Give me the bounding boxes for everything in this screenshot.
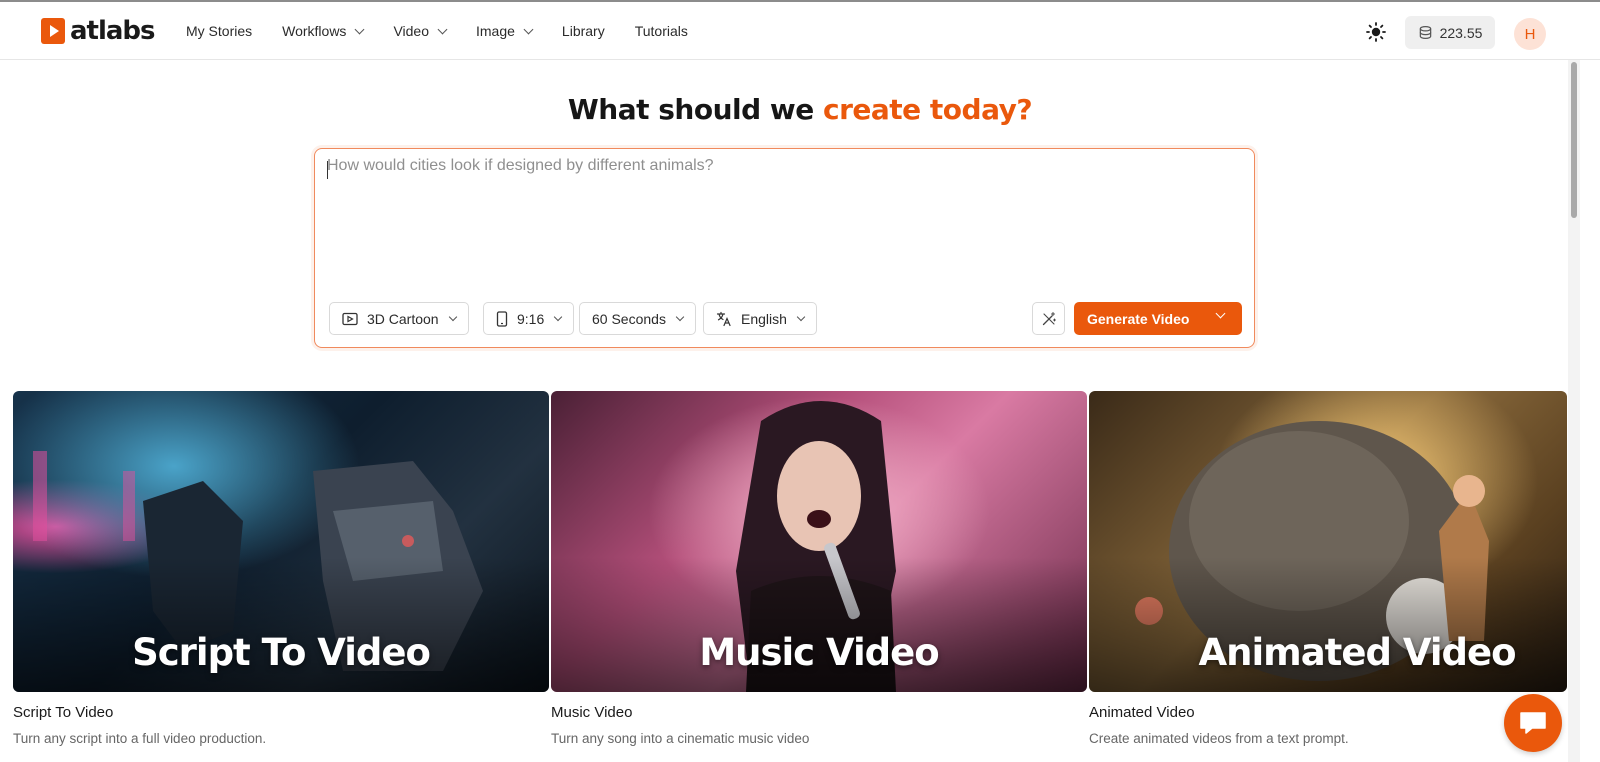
generate-video-label: Generate Video bbox=[1087, 310, 1190, 327]
language-select[interactable]: English bbox=[703, 302, 817, 335]
style-select[interactable]: 3D Cartoon bbox=[329, 302, 469, 335]
chat-support-button[interactable] bbox=[1504, 694, 1562, 752]
title-accent: create today? bbox=[823, 93, 1033, 126]
card-thumbnail[interactable]: Animated Video bbox=[1089, 391, 1567, 692]
title-main: What should we bbox=[567, 93, 823, 126]
page-title: What should we create today? bbox=[0, 93, 1600, 126]
credits-value: 223.55 bbox=[1439, 24, 1483, 41]
nav-workflows[interactable]: Workflows bbox=[282, 23, 365, 39]
text-caret bbox=[327, 161, 328, 179]
chevron-down-icon bbox=[437, 24, 448, 34]
nav-video[interactable]: Video bbox=[393, 23, 448, 39]
language-label: English bbox=[741, 310, 787, 327]
top-navbar: atlabs My Stories Workflows Video Image … bbox=[0, 2, 1600, 60]
chevron-down-icon bbox=[554, 312, 563, 321]
nav-image-label: Image bbox=[476, 23, 515, 39]
card-image-caption: Animated Video bbox=[1198, 631, 1517, 674]
chevron-down-icon[interactable] bbox=[1215, 308, 1226, 319]
phone-icon bbox=[496, 310, 508, 327]
duration-select[interactable]: 60 Seconds bbox=[579, 302, 696, 335]
nav-video-label: Video bbox=[393, 23, 429, 39]
nav-library[interactable]: Library bbox=[562, 23, 605, 39]
card-title: Music Video bbox=[551, 704, 633, 721]
card-title: Animated Video bbox=[1089, 704, 1195, 721]
page-scrollbar-thumb[interactable] bbox=[1571, 62, 1577, 218]
chevron-down-icon bbox=[523, 24, 534, 34]
main-nav: My Stories Workflows Video Image Library… bbox=[186, 2, 688, 60]
card-image-caption: Script To Video bbox=[132, 631, 431, 674]
chevron-down-icon bbox=[354, 24, 365, 34]
magic-wand-icon bbox=[1042, 311, 1056, 325]
translate-icon bbox=[716, 311, 731, 326]
card-description: Create animated videos from a text promp… bbox=[1089, 731, 1349, 746]
chevron-down-icon bbox=[796, 312, 806, 321]
duration-label: 60 Seconds bbox=[592, 310, 666, 327]
enhance-prompt-button[interactable] bbox=[1032, 302, 1065, 335]
nav-workflows-label: Workflows bbox=[282, 23, 347, 39]
card-music-video[interactable]: Music Video Music Video Turn any song in… bbox=[551, 391, 1087, 746]
nav-image[interactable]: Image bbox=[476, 23, 534, 39]
card-thumbnail[interactable]: Music Video bbox=[551, 391, 1087, 692]
card-script-to-video[interactable]: Script To Video Script To Video Turn any… bbox=[13, 391, 549, 746]
chevron-down-icon bbox=[448, 312, 457, 321]
aspect-ratio-label: 9:16 bbox=[517, 310, 545, 327]
style-select-label: 3D Cartoon bbox=[367, 310, 439, 327]
logo-play-icon bbox=[41, 18, 65, 44]
card-animated-video[interactable]: Animated Video Animated Video Create ani… bbox=[1089, 391, 1567, 746]
sun-icon[interactable] bbox=[1366, 22, 1386, 42]
coins-icon bbox=[1419, 25, 1431, 40]
logo-text: atlabs bbox=[70, 16, 156, 46]
card-description: Turn any song into a cinematic music vid… bbox=[551, 731, 810, 746]
chat-bubble-icon bbox=[1520, 712, 1546, 734]
prompt-panel: 3D Cartoon 9:16 60 Seconds English Gener… bbox=[314, 148, 1255, 348]
aspect-ratio-select[interactable]: 9:16 bbox=[483, 302, 575, 335]
credits-balance[interactable]: 223.55 bbox=[1405, 16, 1495, 49]
nav-tutorials[interactable]: Tutorials bbox=[635, 23, 688, 39]
card-title: Script To Video bbox=[13, 704, 114, 721]
nav-library-label: Library bbox=[561, 23, 605, 39]
nav-my-stories[interactable]: My Stories bbox=[186, 23, 252, 39]
video-style-icon bbox=[342, 312, 358, 325]
nav-my-stories-label: My Stories bbox=[186, 23, 253, 39]
card-thumbnail[interactable]: Script To Video bbox=[13, 391, 549, 692]
atlabs-logo[interactable]: atlabs bbox=[41, 16, 156, 46]
card-image-caption: Music Video bbox=[699, 631, 939, 674]
chevron-down-icon bbox=[675, 312, 685, 321]
prompt-input[interactable] bbox=[327, 157, 1237, 277]
nav-tutorials-label: Tutorials bbox=[634, 23, 688, 39]
user-avatar[interactable]: H bbox=[1514, 18, 1546, 50]
generate-video-button[interactable]: Generate Video bbox=[1074, 302, 1242, 335]
card-description: Turn any script into a full video produc… bbox=[13, 731, 267, 746]
